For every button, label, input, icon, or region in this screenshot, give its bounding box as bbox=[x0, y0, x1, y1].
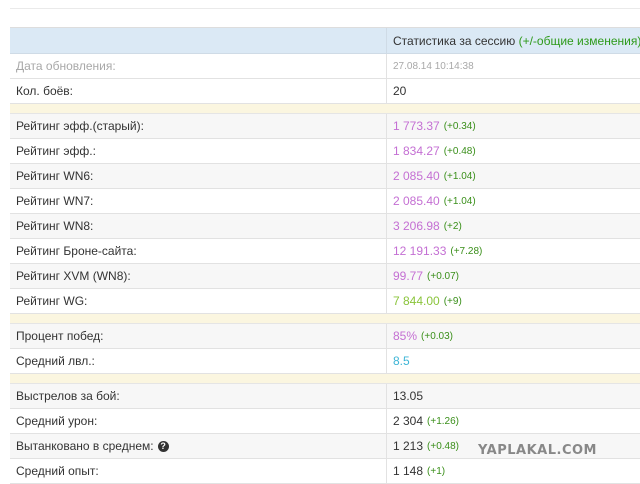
row-delta: (+1.26) bbox=[427, 415, 459, 427]
row-label: Рейтинг WG: bbox=[10, 289, 387, 313]
row-value-cell: 8.5 bbox=[387, 349, 640, 373]
site-watermark: YAPLAKAL.COM bbox=[478, 443, 597, 458]
session-hint: (+/-общие изменения) bbox=[518, 33, 640, 48]
row-value-cell: 85% (+0.03) bbox=[387, 324, 640, 348]
row-wg: Рейтинг WG: 7 844.00 (+9) bbox=[10, 289, 640, 314]
row-value-cell: 1 148 (+1) bbox=[387, 459, 640, 483]
row-xvm: Рейтинг XVM (WN8): 99.77 (+0.07) bbox=[10, 264, 640, 289]
session-stats-table: Статистика за сессию (+/-общие изменения… bbox=[10, 27, 640, 484]
row-value-cell: 1 773.37 (+0.34) bbox=[387, 114, 640, 138]
row-label: Вытанковано в среднем: bbox=[16, 439, 154, 453]
row-value: 2 085.40 bbox=[393, 169, 440, 183]
row-value: 8.5 bbox=[393, 354, 410, 368]
row-value-cell: 1 834.27 (+0.48) bbox=[387, 139, 640, 163]
row-delta: (+0.48) bbox=[427, 440, 459, 452]
row-value-cell: 99.77 (+0.07) bbox=[387, 264, 640, 288]
row-label: Выстрелов за бой: bbox=[10, 384, 387, 408]
row-label: Кол. боёв: bbox=[10, 79, 387, 103]
row-shots: Выстрелов за бой: 13.05 bbox=[10, 384, 640, 409]
row-value-cell: 3 206.98 (+2) bbox=[387, 214, 640, 238]
row-delta: (+1.04) bbox=[443, 195, 476, 207]
row-value: 13.05 bbox=[393, 389, 424, 403]
row-delta: (+0.48) bbox=[443, 145, 476, 157]
row-value: 1 834.27 bbox=[393, 144, 440, 158]
row-label: Средний опыт: bbox=[10, 459, 387, 483]
row-value: 12 191.33 bbox=[393, 244, 447, 258]
row-battles: Кол. боёв: 20 bbox=[10, 79, 640, 104]
row-avg-xp: Средний опыт: 1 148 (+1) bbox=[10, 459, 640, 484]
row-value: 27.08.14 10:14:38 bbox=[393, 60, 474, 72]
row-avg-level: Средний лвл.: 8.5 bbox=[10, 349, 640, 374]
row-label: Средний урон: bbox=[10, 409, 387, 433]
row-update-date: Дата обновления: 27.08.14 10:14:38 bbox=[10, 54, 640, 79]
row-delta: (+1.04) bbox=[443, 170, 476, 182]
row-value: 3 206.98 bbox=[393, 219, 440, 233]
row-value-cell: 7 844.00 (+9) bbox=[387, 289, 640, 313]
row-delta: (+0.34) bbox=[443, 120, 476, 132]
row-delta: (+0.07) bbox=[427, 270, 459, 282]
row-eff-old: Рейтинг эфф.(старый): 1 773.37 (+0.34) bbox=[10, 114, 640, 139]
row-delta: (+1) bbox=[427, 465, 446, 477]
row-value-cell: 2 085.40 (+1.04) bbox=[387, 189, 640, 213]
section-separator bbox=[10, 374, 640, 384]
question-circle-icon[interactable]: ? bbox=[157, 440, 169, 452]
row-value: 1 773.37 bbox=[393, 119, 440, 133]
table-header: Статистика за сессию (+/-общие изменения… bbox=[10, 28, 640, 54]
row-label: Рейтинг эфф.: bbox=[10, 139, 387, 163]
row-value: 85% bbox=[393, 329, 418, 343]
row-label: Рейтинг WN8: bbox=[10, 214, 387, 238]
session-title: Статистика за сессию bbox=[393, 33, 516, 48]
row-value: 7 844.00 bbox=[393, 294, 440, 308]
header-empty-cell bbox=[10, 28, 387, 53]
row-label: Рейтинг WN7: bbox=[10, 189, 387, 213]
row-value-cell: 2 304 (+1.26) bbox=[387, 409, 640, 433]
row-value: 2 304 bbox=[393, 414, 424, 428]
row-delta: (+9) bbox=[443, 295, 462, 307]
section-separator bbox=[10, 104, 640, 114]
row-value: 2 085.40 bbox=[393, 194, 440, 208]
row-label: Рейтинг Броне-сайта: bbox=[10, 239, 387, 263]
row-label: Рейтинг XVM (WN8): bbox=[10, 264, 387, 288]
row-label: Процент побед: bbox=[10, 324, 387, 348]
row-label-cell: Вытанковано в среднем:? bbox=[10, 434, 387, 458]
row-value-cell: 2 085.40 (+1.04) bbox=[387, 164, 640, 188]
row-wn6: Рейтинг WN6: 2 085.40 (+1.04) bbox=[10, 164, 640, 189]
row-value-cell: 12 191.33 (+7.28) bbox=[387, 239, 640, 263]
row-label: Рейтинг эфф.(старый): bbox=[10, 114, 387, 138]
row-label: Средний лвл.: bbox=[10, 349, 387, 373]
row-avg-damage: Средний урон: 2 304 (+1.26) bbox=[10, 409, 640, 434]
row-eff: Рейтинг эфф.: 1 834.27 (+0.48) bbox=[10, 139, 640, 164]
row-winrate: Процент побед: 85% (+0.03) bbox=[10, 324, 640, 349]
row-wn8: Рейтинг WN8: 3 206.98 (+2) bbox=[10, 214, 640, 239]
row-label: Рейтинг WN6: bbox=[10, 164, 387, 188]
row-value: 1 213 bbox=[393, 439, 424, 453]
row-wn7: Рейтинг WN7: 2 085.40 (+1.04) bbox=[10, 189, 640, 214]
header-session-cell: Статистика за сессию (+/-общие изменения… bbox=[387, 28, 640, 53]
row-delta: (+0.03) bbox=[421, 330, 453, 342]
top-divider bbox=[10, 8, 640, 9]
row-delta: (+7.28) bbox=[450, 245, 483, 257]
row-value: 99.77 bbox=[393, 269, 424, 283]
row-delta: (+2) bbox=[443, 220, 462, 232]
section-separator bbox=[10, 314, 640, 324]
row-label: Дата обновления: bbox=[10, 54, 387, 78]
row-value: 20 bbox=[393, 84, 407, 98]
row-value: 1 148 bbox=[393, 464, 424, 478]
row-brone: Рейтинг Броне-сайта: 12 191.33 (+7.28) bbox=[10, 239, 640, 264]
